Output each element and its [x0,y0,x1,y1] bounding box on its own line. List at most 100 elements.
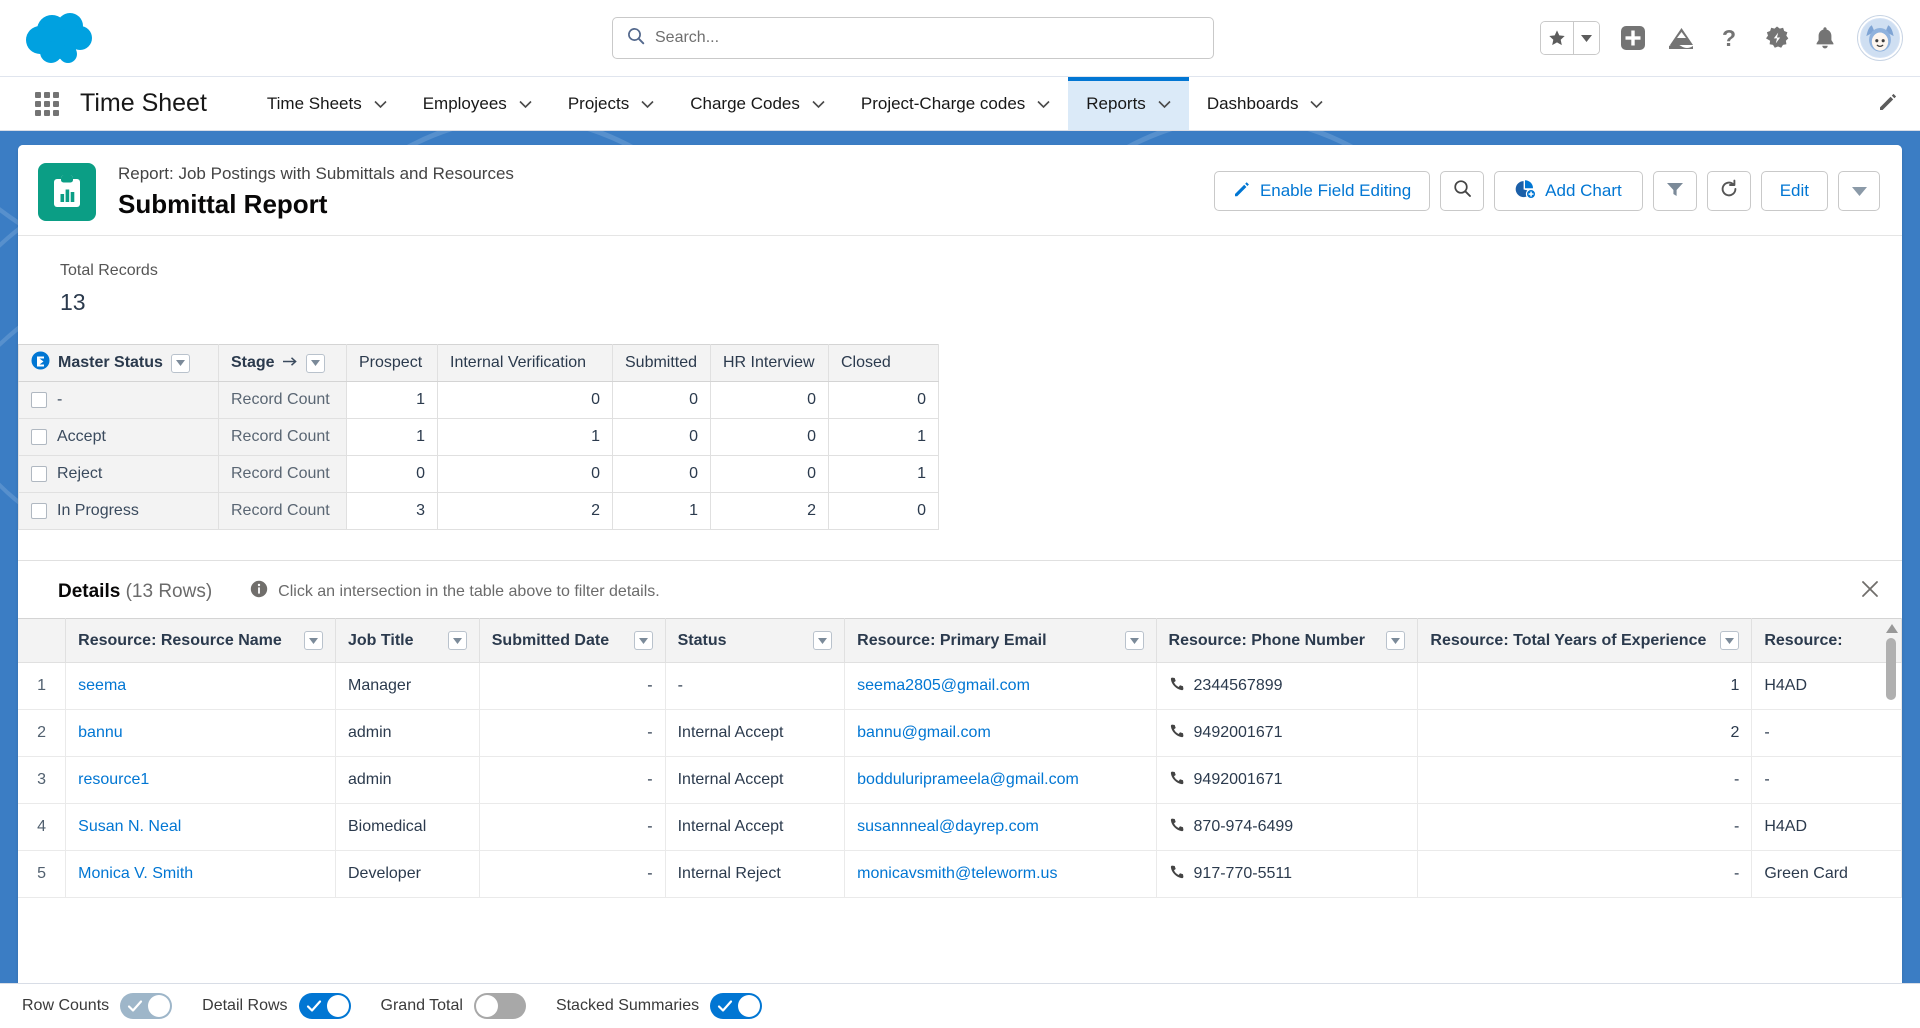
chevron-down-icon[interactable] [1158,94,1171,114]
edit-report-button[interactable]: Edit [1760,171,1828,211]
cell-email[interactable]: susannneal@dayrep.com [844,803,1157,851]
resource-name-link[interactable]: Susan N. Neal [78,818,181,835]
favorites-caret-icon[interactable] [1573,22,1599,54]
pivot-col-internal-verification[interactable]: Internal Verification [437,344,613,382]
email-link[interactable]: bodduluriprameela@gmail.com [857,771,1079,788]
details-col-years-experience[interactable]: Resource: Total Years of Experience [1417,618,1753,663]
app-launcher-icon[interactable] [30,77,64,130]
chevron-down-icon[interactable] [1386,631,1406,650]
email-link[interactable]: monicavsmith@teleworm.us [857,865,1057,882]
details-col-job-title[interactable]: Job Title [335,618,480,663]
chevron-down-icon[interactable] [519,94,532,114]
chevron-down-icon[interactable] [304,631,323,650]
details-col-submitted-date[interactable]: Submitted Date [478,618,666,663]
row-checkbox[interactable] [31,391,47,408]
detail-rows-toggle[interactable] [298,993,351,1019]
chevron-down-icon[interactable] [374,94,387,114]
details-col-status[interactable]: Status [664,618,846,663]
nav-item-employees[interactable]: Employees [405,77,550,130]
pivot-cell[interactable]: 1 [346,418,438,456]
nav-item-reports[interactable]: Reports [1068,77,1189,130]
user-avatar[interactable] [1858,16,1902,60]
nav-item-projects[interactable]: Projects [550,77,672,130]
nav-item-time-sheets[interactable]: Time Sheets [249,77,405,130]
pivot-cell[interactable]: 1 [612,492,711,530]
chevron-down-icon[interactable] [1037,94,1050,114]
pivot-cell[interactable]: 2 [437,492,613,530]
table-row[interactable]: 5 Monica V. Smith Developer - Internal R… [18,850,1902,898]
resource-name-link[interactable]: seema [78,677,126,694]
cell-email[interactable]: bannu@gmail.com [844,709,1157,757]
details-vertical-scrollbar[interactable] [1886,620,1898,998]
filter-button[interactable] [1652,171,1697,211]
table-row[interactable]: 1 seema Manager - - seema2805@gmail.com [18,662,1902,710]
pivot-cell[interactable]: 0 [612,381,711,419]
chevron-down-icon[interactable] [812,94,825,114]
cell-resource-name[interactable]: seema [65,662,336,710]
pivot-cell[interactable]: 2 [710,492,829,530]
favorites-group[interactable] [1540,21,1600,55]
resource-name-link[interactable]: bannu [78,724,123,741]
pivot-cell[interactable]: 0 [437,455,613,493]
chevron-down-icon[interactable] [447,631,467,650]
pivot-col-prospect[interactable]: Prospect [346,344,438,382]
cell-resource-name[interactable]: Monica V. Smith [65,850,336,898]
pivot-cell[interactable]: 0 [828,492,939,530]
pivot-row-label-cell[interactable]: Reject [18,455,219,493]
search-input[interactable] [655,29,1199,47]
help-icon[interactable]: ? [1714,23,1744,53]
close-icon[interactable] [1860,579,1880,604]
cell-resource-name[interactable]: bannu [65,709,336,757]
email-link[interactable]: susannneal@dayrep.com [857,818,1039,835]
add-icon[interactable] [1618,23,1648,53]
cell-email[interactable]: monicavsmith@teleworm.us [844,850,1157,898]
vertical-scroll-thumb[interactable] [1886,638,1896,700]
row-checkbox[interactable] [31,428,47,445]
pivot-row-label-cell[interactable]: Accept [18,418,219,456]
chevron-down-icon[interactable] [633,631,653,650]
refresh-button[interactable] [1706,171,1751,211]
chevron-down-icon[interactable] [170,353,190,373]
row-counts-toggle[interactable] [120,993,173,1019]
pivot-cell[interactable]: 0 [612,418,711,456]
details-col-resource-extra[interactable]: Resource: [1751,618,1902,663]
salesforce-cloud-logo[interactable] [22,8,106,68]
resource-name-link[interactable]: Monica V. Smith [78,865,193,882]
email-link[interactable]: bannu@gmail.com [857,724,991,741]
pivot-col-closed[interactable]: Closed [828,344,939,382]
pivot-cell[interactable]: 0 [710,455,829,493]
cell-email[interactable]: seema2805@gmail.com [844,662,1157,710]
enable-field-editing-button[interactable]: Enable Field Editing [1213,171,1431,211]
pivot-cell[interactable]: 1 [437,418,613,456]
pivot-cell[interactable]: 3 [346,492,438,530]
row-checkbox[interactable] [31,465,47,482]
row-checkbox[interactable] [31,502,47,519]
pencil-icon[interactable] [1877,91,1898,117]
pivot-row-label-cell[interactable]: In Progress [18,492,219,530]
search-box[interactable] [612,17,1214,59]
nav-item-project-charge-codes[interactable]: Project-Charge codes [843,77,1068,130]
report-search-button[interactable] [1440,171,1485,211]
pivot-cell[interactable]: 1 [828,418,939,456]
stacked-summaries-toggle[interactable] [710,993,763,1019]
pivot-cell[interactable]: 0 [710,418,829,456]
pivot-header-stage[interactable]: Stage [218,344,347,382]
details-col-resource-name[interactable]: Resource: Resource Name [65,618,336,663]
global-search[interactable] [612,17,1214,59]
chevron-down-icon[interactable] [1720,631,1740,650]
scroll-up-arrow-icon[interactable] [1886,620,1898,638]
chevron-down-icon[interactable] [1124,631,1144,650]
details-col-phone-number[interactable]: Resource: Phone Number [1155,618,1419,663]
report-more-actions-button[interactable] [1838,171,1880,211]
cell-email[interactable]: bodduluriprameela@gmail.com [844,756,1157,804]
resource-name-link[interactable]: resource1 [78,771,149,788]
nav-item-dashboards[interactable]: Dashboards [1189,77,1342,130]
cell-resource-name[interactable]: resource1 [65,756,336,804]
notifications-bell-icon[interactable] [1810,23,1840,53]
setup-gear-icon[interactable] [1762,23,1792,53]
pivot-col-submitted[interactable]: Submitted [612,344,711,382]
chevron-down-icon[interactable] [305,353,325,373]
pivot-cell[interactable]: 0 [710,381,829,419]
cell-resource-name[interactable]: Susan N. Neal [65,803,336,851]
email-link[interactable]: seema2805@gmail.com [857,677,1030,694]
